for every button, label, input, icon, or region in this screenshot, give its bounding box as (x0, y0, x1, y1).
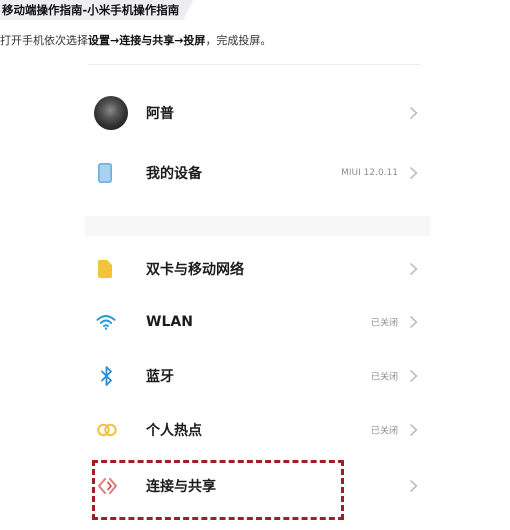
chevron-right-icon (410, 315, 418, 329)
instruction-path: 设置→连接与共享→投屏 (88, 34, 206, 47)
bluetooth-label: 蓝牙 (146, 369, 174, 385)
phone-icon (98, 163, 112, 183)
account-name: 阿普 (146, 106, 174, 122)
hotspot-label: 个人热点 (146, 423, 202, 439)
bluetooth-status: 已关闭 (370, 372, 398, 383)
dual-sim-label: 双卡与移动网络 (146, 262, 244, 278)
settings-row-hotspot[interactable]: 个人热点 已关闭 (88, 410, 420, 450)
settings-row-bluetooth[interactable]: 蓝牙 已关闭 (88, 356, 420, 396)
chevron-right-icon (410, 262, 418, 276)
settings-row-my-device[interactable]: 我的设备 MIUI 12.0.11 (88, 153, 420, 193)
settings-row-dual-sim[interactable]: 双卡与移动网络 (88, 249, 420, 289)
section-gap (85, 216, 430, 236)
chevron-right-icon (410, 369, 418, 383)
settings-row-wlan[interactable]: WLAN 已关闭 (88, 302, 420, 342)
guide-title-tag: 移动端操作指南-小米手机操作指南 (0, 0, 193, 20)
chevron-right-icon (410, 166, 418, 180)
my-device-label: 我的设备 (146, 166, 202, 182)
wlan-label: WLAN (146, 314, 193, 330)
wlan-status: 已关闭 (370, 318, 398, 329)
avatar (94, 96, 128, 130)
miui-version-value: MIUI 12.0.11 (341, 168, 398, 178)
sim-card-icon (98, 260, 112, 278)
instruction-suffix: ，完成投屏。 (205, 34, 272, 47)
highlight-dashed-box (92, 460, 344, 520)
bluetooth-icon (101, 366, 112, 386)
instruction-prefix: 打开手机依次选择 (0, 34, 88, 47)
chevron-right-icon (410, 479, 418, 493)
wifi-icon (96, 315, 116, 330)
chevron-right-icon (410, 423, 418, 437)
top-divider (88, 64, 420, 65)
chevron-right-icon (410, 106, 418, 120)
settings-row-account[interactable]: 阿普 (88, 93, 420, 133)
hotspot-icon (97, 423, 117, 437)
hotspot-status: 已关闭 (370, 426, 398, 437)
instruction-text: 打开手机依次选择设置→连接与共享→投屏，完成投屏。 (0, 32, 271, 48)
